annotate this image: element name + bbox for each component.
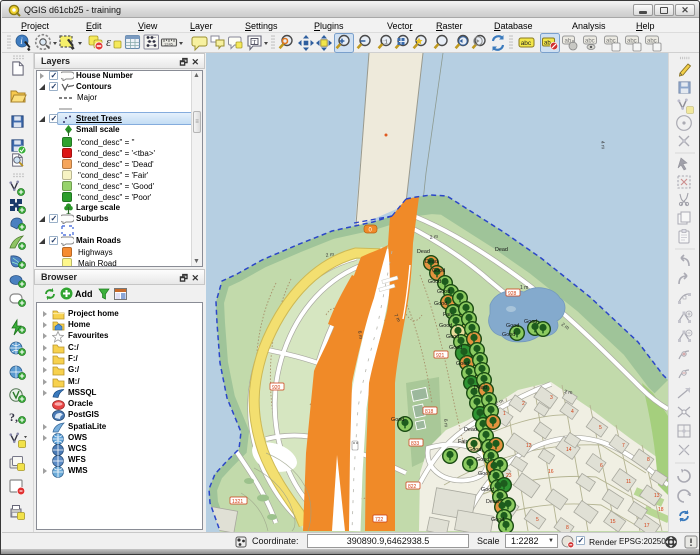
svg-text:Fair: Fair: [443, 312, 452, 318]
svg-text:2 m: 2 m: [429, 234, 438, 241]
svg-text:2 m: 2 m: [564, 389, 573, 396]
svg-text:Good: Good: [437, 289, 450, 295]
svg-text:1: 1: [503, 411, 506, 417]
svg-text:Good: Good: [391, 417, 404, 423]
svg-text:8: 8: [566, 525, 569, 531]
svg-text:Good: Good: [481, 487, 494, 493]
svg-text:Fair: Fair: [458, 439, 467, 445]
svg-text:5: 5: [536, 517, 539, 523]
svg-text:Dead: Dead: [417, 249, 430, 255]
svg-text:18: 18: [658, 507, 664, 513]
svg-text:4: 4: [571, 409, 574, 415]
svg-text:6: 6: [600, 463, 603, 469]
svg-text:3: 3: [550, 395, 553, 401]
svg-text:Good: Good: [434, 301, 447, 307]
svg-text:Good: Good: [449, 345, 462, 351]
svg-text:1321: 1321: [232, 499, 243, 505]
svg-text:Dead: Dead: [486, 499, 499, 505]
svg-text:1:1: 1:1: [380, 40, 388, 46]
svg-text:833: 833: [411, 441, 420, 447]
svg-text:Good: Good: [524, 319, 537, 325]
svg-text:Good: Good: [446, 334, 459, 340]
svg-text:?,: ?,: [9, 410, 18, 424]
svg-text:6 m: 6 m: [442, 419, 449, 428]
svg-text:23: 23: [506, 473, 512, 479]
svg-text:4 m: 4 m: [599, 141, 606, 150]
svg-text:15: 15: [610, 519, 616, 525]
svg-text:Good: Good: [491, 517, 504, 523]
svg-text:7: 7: [622, 443, 625, 449]
svg-text:822: 822: [408, 484, 417, 490]
svg-text:Good: Good: [468, 447, 481, 453]
svg-text:Good: Good: [439, 323, 452, 329]
svg-text:1245: 1245: [164, 42, 174, 47]
svg-text:Good: Good: [478, 471, 491, 477]
svg-text:Good: Good: [476, 457, 489, 463]
svg-text:14: 14: [566, 447, 572, 453]
svg-text:Good: Good: [506, 323, 519, 329]
svg-text:Dead: Dead: [464, 427, 477, 433]
svg-text:2: 2: [522, 401, 525, 407]
svg-text:920: 920: [272, 385, 281, 391]
svg-text:Dead: Dead: [495, 247, 508, 253]
svg-text:17: 17: [644, 523, 650, 529]
svg-text:1 m: 1 m: [520, 285, 528, 291]
svg-text:928: 928: [508, 291, 517, 297]
svg-text:8: 8: [647, 457, 650, 463]
svg-text:921: 921: [436, 353, 445, 359]
svg-text:T: T: [253, 40, 257, 46]
svg-text:5: 5: [599, 425, 602, 431]
svg-text:11: 11: [626, 479, 631, 485]
svg-text:13: 13: [654, 493, 660, 499]
svg-text:Good: Good: [432, 268, 445, 274]
svg-text:Good: Good: [456, 361, 469, 367]
svg-text:Good: Good: [428, 279, 441, 285]
svg-text:16: 16: [548, 469, 554, 475]
svg-text:abc: abc: [585, 39, 595, 45]
svg-text:722: 722: [375, 517, 384, 523]
svg-text:Dead: Dead: [474, 385, 487, 391]
svg-text:12: 12: [526, 443, 532, 449]
svg-text:Good: Good: [502, 332, 515, 338]
svg-text:ε: ε: [106, 34, 112, 49]
svg-text:Dead: Dead: [425, 259, 438, 265]
svg-text:818: 818: [425, 409, 434, 415]
